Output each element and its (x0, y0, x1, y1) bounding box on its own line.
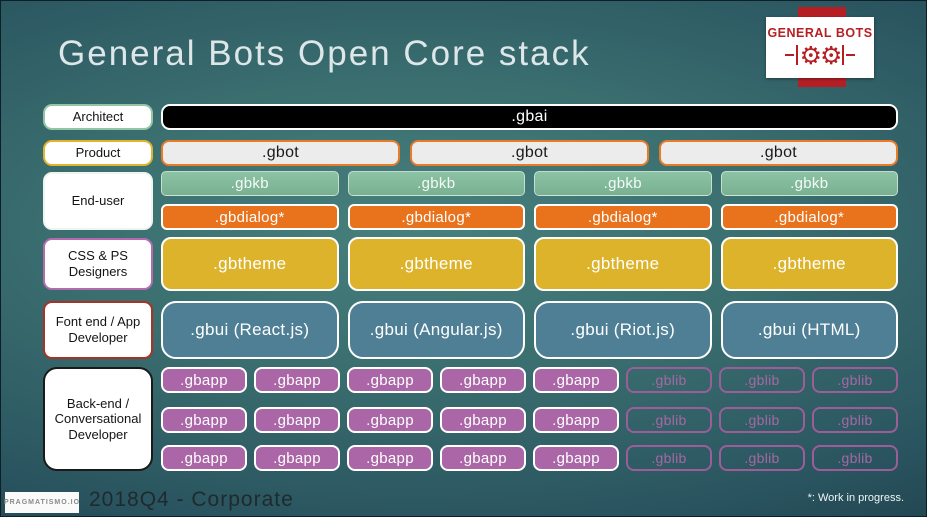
footer-caption: 2018Q4 - Corporate (89, 488, 294, 511)
row-backend-2: .gbapp .gbapp .gbapp .gbapp .gbapp .gbli… (161, 407, 898, 433)
row-product: .gbot .gbot .gbot (161, 140, 898, 166)
row-label-product: Product (43, 140, 153, 166)
gbapp-box: .gbapp (254, 407, 340, 433)
gblib-box: .gblib (719, 367, 805, 393)
row-gbdialog: .gbdialog* .gbdialog* .gbdialog* .gbdial… (161, 204, 898, 230)
gbapp-box: .gbapp (254, 367, 340, 393)
gbapp-box: .gbapp (533, 367, 619, 393)
gbtheme-box: .gbtheme (161, 237, 339, 291)
gbot-box: .gbot (161, 140, 400, 166)
logo-bar-left (795, 45, 798, 65)
gblib-box: .gblib (626, 407, 712, 433)
gbdialog-box: .gbdialog* (534, 204, 712, 230)
row-architect: .gbai (161, 104, 898, 130)
gbapp-box: .gbapp (440, 367, 526, 393)
row-backend-3: .gbapp .gbapp .gbapp .gbapp .gbapp .gbli… (161, 445, 898, 471)
logo-dash-left (784, 54, 794, 56)
gbapp-box: .gbapp (161, 367, 247, 393)
logo-dash-right (846, 54, 856, 56)
gbapp-box: .gbapp (533, 407, 619, 433)
logo-bar-right (842, 45, 845, 65)
gbkb-box: .gbkb (161, 171, 339, 196)
gbdialog-box: .gbdialog* (161, 204, 339, 230)
gbapp-box: .gbapp (440, 445, 526, 471)
logo-plate: GENERAL BOTS ⚙⚙ (766, 17, 874, 78)
general-bots-logo: GENERAL BOTS ⚙⚙ (766, 1, 876, 93)
row-gbui: .gbui (React.js) .gbui (Angular.js) .gbu… (161, 301, 898, 359)
gblib-box: .gblib (812, 407, 898, 433)
row-label-architect: Architect (43, 104, 153, 130)
gblib-box: .gblib (812, 445, 898, 471)
gbui-box: .gbui (Riot.js) (534, 301, 712, 359)
gears-icon: ⚙⚙ (784, 40, 856, 70)
gbdialog-box: .gbdialog* (720, 204, 898, 230)
gbapp-box: .gbapp (440, 407, 526, 433)
gbapp-box: .gbapp (347, 367, 433, 393)
row-backend-1: .gbapp .gbapp .gbapp .gbapp .gbapp .gbli… (161, 367, 898, 393)
slide: General Bots Open Core stack GENERAL BOT… (0, 0, 927, 517)
gbapp-box: .gbapp (533, 445, 619, 471)
gbdialog-box: .gbdialog* (347, 204, 525, 230)
gear-icon: ⚙⚙ (799, 40, 843, 70)
gbtheme-box: .gbtheme (720, 237, 898, 291)
page-title: General Bots Open Core stack (58, 34, 591, 73)
gbui-box: .gbui (React.js) (161, 301, 339, 359)
gbui-box: .gbui (Angular.js) (347, 301, 525, 359)
gbkb-box: .gbkb (534, 171, 712, 196)
gbot-box: .gbot (410, 140, 649, 166)
gbai-box: .gbai (161, 104, 898, 130)
gbkb-box: .gbkb (720, 171, 898, 196)
gblib-box: .gblib (719, 407, 805, 433)
gblib-box: .gblib (626, 367, 712, 393)
gbapp-box: .gbapp (161, 445, 247, 471)
gbapp-box: .gbapp (161, 407, 247, 433)
row-label-end-user: End-user (43, 172, 153, 230)
row-label-backend: Back-end / Conversational Developer (43, 367, 153, 471)
work-in-progress-note: *: Work in progress. (807, 492, 904, 504)
gbtheme-box: .gbtheme (534, 237, 712, 291)
gbkb-box: .gbkb (347, 171, 525, 196)
gbot-box: .gbot (659, 140, 898, 166)
gblib-box: .gblib (626, 445, 712, 471)
gbapp-box: .gbapp (254, 445, 340, 471)
gbtheme-box: .gbtheme (347, 237, 525, 291)
gbapp-box: .gbapp (347, 407, 433, 433)
row-label-frontend: Font end / App Developer (43, 301, 153, 359)
logo-brand-text: GENERAL BOTS (767, 26, 873, 40)
gbui-box: .gbui (HTML) (720, 301, 898, 359)
row-gbtheme: .gbtheme .gbtheme .gbtheme .gbtheme (161, 237, 898, 291)
row-label-designers: CSS & PS Designers (43, 238, 153, 290)
row-gbkb: .gbkb .gbkb .gbkb .gbkb (161, 171, 898, 196)
gblib-box: .gblib (719, 445, 805, 471)
pragmatismo-logo: PRAGMATISMO.IO (4, 492, 79, 513)
gbapp-box: .gbapp (347, 445, 433, 471)
gblib-box: .gblib (812, 367, 898, 393)
